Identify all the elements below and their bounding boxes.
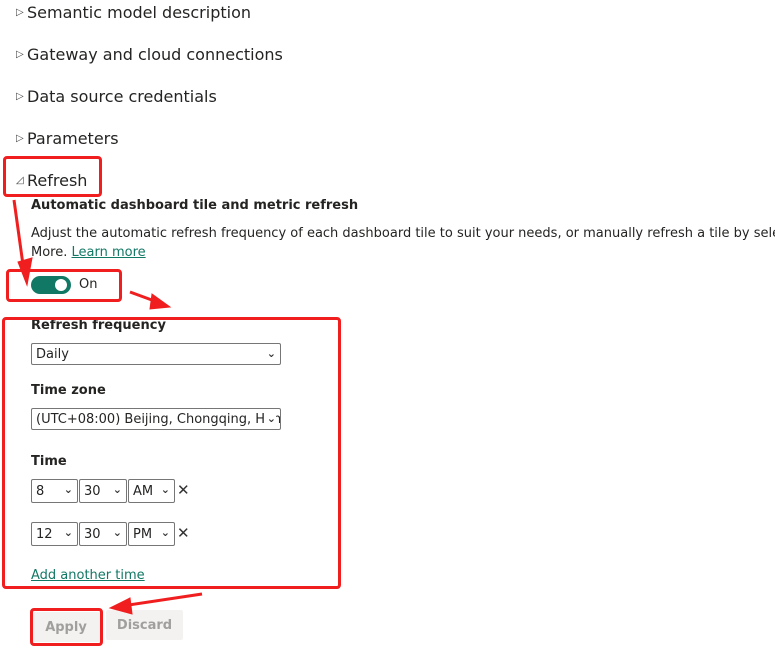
annotation-arrows xyxy=(12,199,203,615)
annotation-arrow xyxy=(121,592,203,608)
annotation-arrowhead xyxy=(17,257,33,287)
annotation-arrowhead xyxy=(149,293,172,310)
annotation-arrowhead xyxy=(108,597,133,615)
